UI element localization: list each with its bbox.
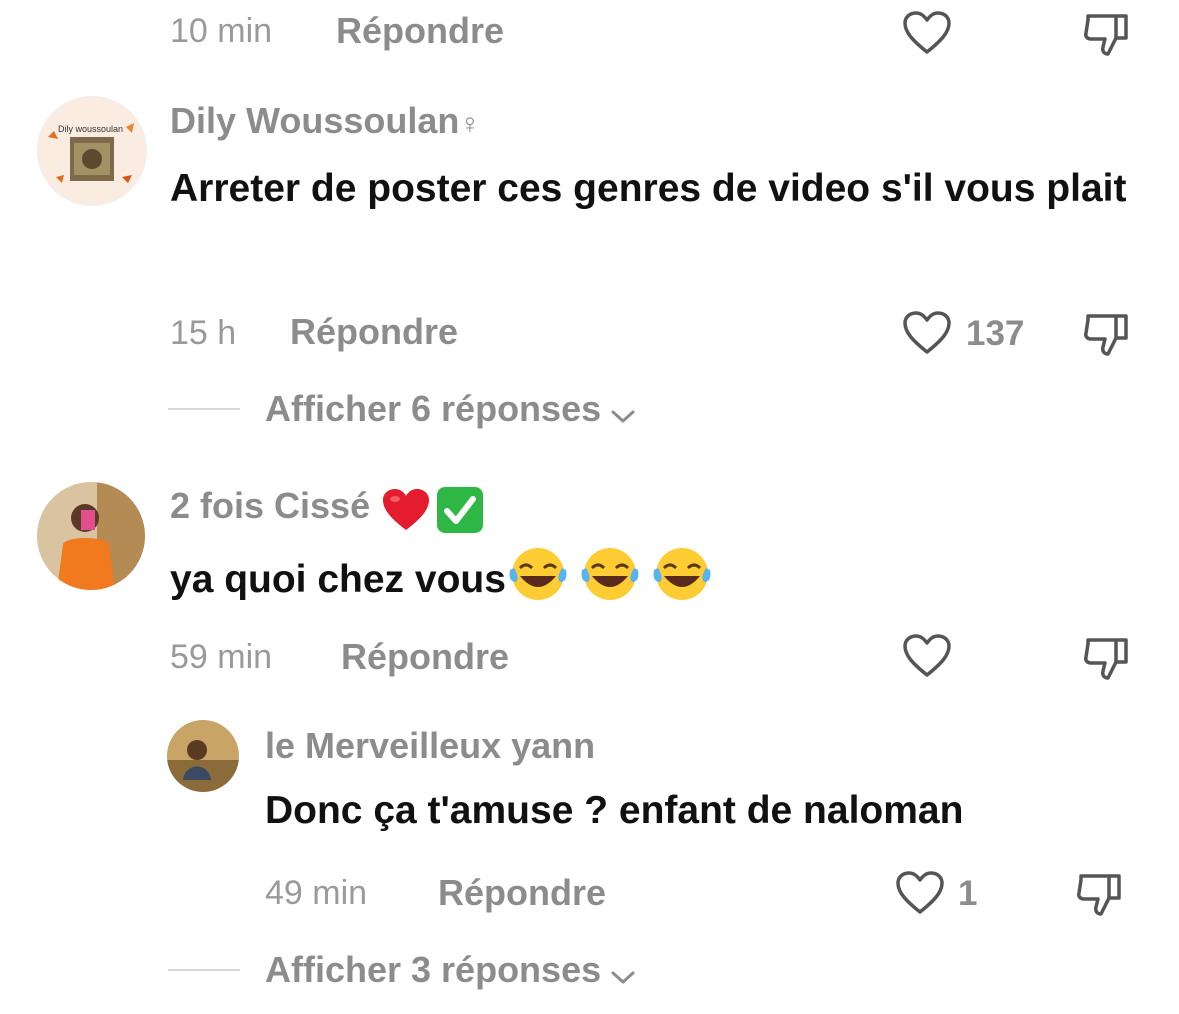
thumbs-down-outline-icon[interactable] [1082, 8, 1132, 60]
tears-of-joy-emoji [653, 548, 711, 600]
view-replies-label: Afficher 3 réponses [265, 949, 602, 990]
username-row: Dily Woussoulan♀ [170, 103, 480, 139]
username-row: 2 fois Cissé [170, 485, 485, 535]
comment-time: 10 min [170, 12, 273, 50]
avatar[interactable]: Dily woussoulan [37, 96, 147, 206]
tears-of-joy-emoji [581, 548, 639, 600]
thumbs-down-outline-icon[interactable] [1075, 868, 1125, 920]
heart-outline-icon[interactable] [895, 870, 945, 916]
chevron-down-icon [611, 410, 635, 423]
comment-text-row: ya quoi chez vous [170, 546, 714, 610]
replies-divider [168, 969, 240, 971]
view-replies-button[interactable]: Afficher 6 réponses [265, 391, 636, 427]
username[interactable]: 2 fois Cissé [170, 485, 370, 526]
thumbs-down-outline-icon[interactable] [1082, 632, 1132, 684]
replies-divider [168, 408, 240, 410]
comment-text: ya quoi chez vous [170, 558, 506, 601]
view-replies-button[interactable]: Afficher 3 réponses [265, 952, 636, 988]
avatar-image [38, 97, 146, 205]
heart-outline-icon[interactable] [902, 633, 952, 679]
heart-outline-icon[interactable] [902, 310, 952, 356]
red-heart-emoji [382, 488, 429, 530]
green-check-emoji [437, 486, 483, 533]
comment-time: 15 h [170, 314, 237, 352]
reply-button[interactable]: Répondre [438, 875, 606, 911]
comment-time: 59 min [170, 638, 273, 676]
username[interactable]: le Merveilleux yann [265, 728, 595, 764]
comment-time: 49 min [265, 874, 368, 912]
comment-text: Donc ça t'amuse ? enfant de naloman [265, 789, 964, 832]
female-symbol-icon: ♀ [459, 108, 481, 139]
avatar[interactable] [37, 482, 145, 590]
username[interactable]: Dily Woussoulan [170, 100, 459, 141]
avatar-caption: Dily woussoulan [58, 124, 124, 134]
reply-button[interactable]: Répondre [341, 639, 509, 675]
avatar[interactable] [167, 720, 239, 792]
tears-of-joy-emoji [509, 548, 567, 600]
like-count: 1 [958, 874, 978, 913]
reply-button[interactable]: Répondre [290, 314, 458, 350]
comment-text: Arreter de poster ces genres de video s'… [170, 167, 1127, 210]
reply-button[interactable]: Répondre [336, 13, 504, 49]
heart-outline-icon[interactable] [902, 10, 952, 56]
thumbs-down-outline-icon[interactable] [1082, 308, 1132, 360]
view-replies-label: Afficher 6 réponses [265, 388, 602, 429]
like-count: 137 [966, 314, 1025, 353]
avatar-image [37, 482, 145, 590]
avatar-image [167, 720, 239, 792]
chevron-down-icon [611, 971, 635, 984]
